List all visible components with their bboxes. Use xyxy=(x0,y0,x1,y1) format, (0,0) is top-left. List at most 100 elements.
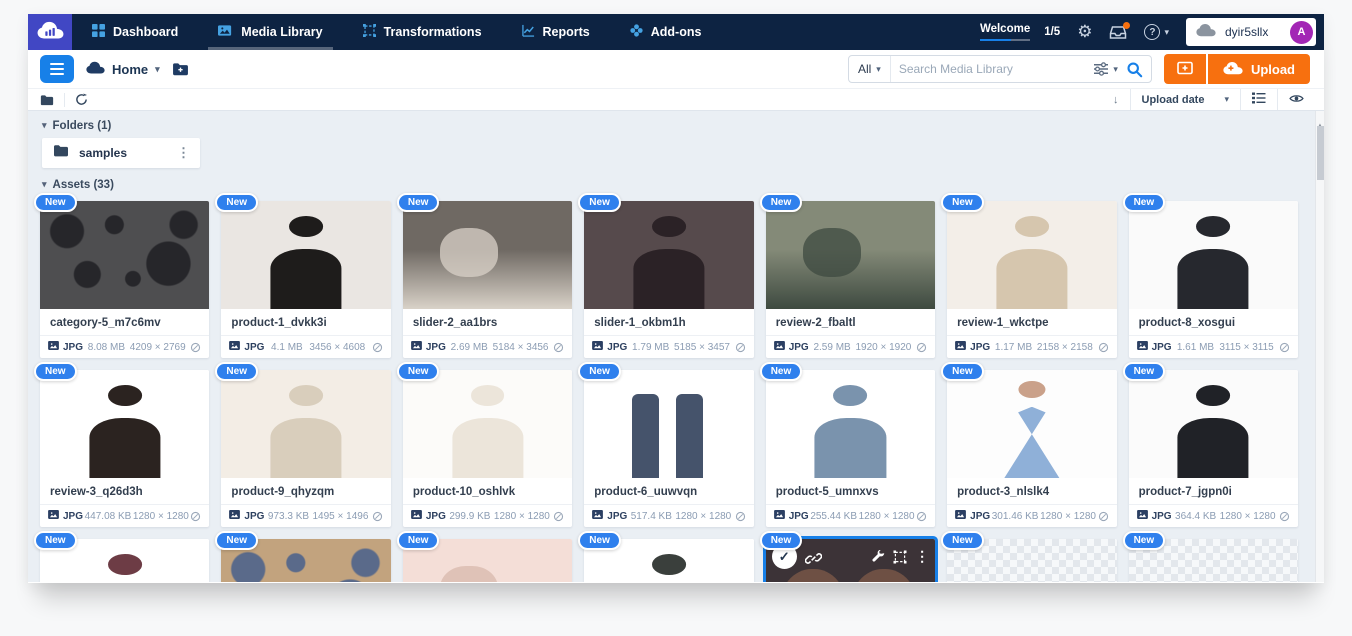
top-nav: Dashboard Media Library xyxy=(28,14,1324,50)
asset-card[interactable]: New xyxy=(403,201,572,358)
asset-card[interactable]: New xyxy=(221,370,390,527)
nav-item-media-library[interactable]: Media Library xyxy=(198,14,342,50)
asset-access-icon[interactable] xyxy=(1279,511,1290,522)
asset-card[interactable]: New xyxy=(947,370,1116,527)
asset-access-icon[interactable] xyxy=(553,342,564,353)
asset-card[interactable]: New xyxy=(221,539,390,582)
asset-card[interactable]: New xyxy=(584,370,753,527)
asset-image xyxy=(403,370,572,478)
sort-by-dropdown[interactable]: Upload date xyxy=(1130,89,1240,110)
search-input[interactable] xyxy=(891,62,1094,76)
settings-gear-icon[interactable] xyxy=(1077,22,1092,42)
search-icon[interactable] xyxy=(1126,61,1143,78)
asset-card[interactable]: New xyxy=(40,370,209,527)
edit-wrench-icon[interactable] xyxy=(871,550,885,564)
preview-toggle-button[interactable] xyxy=(1277,89,1315,110)
nav-item-transformations[interactable]: Transformations xyxy=(343,14,502,50)
asset-thumbnail[interactable] xyxy=(40,201,209,309)
asset-card[interactable]: New xyxy=(403,539,572,582)
asset-menu-icon[interactable] xyxy=(915,548,929,566)
folder-view-icon[interactable] xyxy=(40,94,54,106)
folders-section-header[interactable]: Folders (1) xyxy=(42,119,1298,132)
asset-thumbnail[interactable] xyxy=(1129,370,1298,478)
asset-access-icon[interactable] xyxy=(916,342,927,353)
copy-link-icon[interactable] xyxy=(805,550,822,567)
asset-access-icon[interactable] xyxy=(735,511,746,522)
asset-card[interactable]: New xyxy=(947,201,1116,358)
folder-menu-button[interactable] xyxy=(173,143,194,163)
nav-item-dashboard[interactable]: Dashboard xyxy=(72,14,198,50)
asset-access-icon[interactable] xyxy=(1098,342,1109,353)
asset-thumbnail[interactable] xyxy=(584,201,753,309)
asset-access-icon[interactable] xyxy=(916,511,927,522)
getting-started-icon[interactable] xyxy=(1109,25,1127,39)
asset-card[interactable]: New xyxy=(403,370,572,527)
search-scope-dropdown[interactable]: All xyxy=(849,56,891,82)
refresh-icon[interactable] xyxy=(75,93,88,106)
account-switcher[interactable]: dyir5sllx A xyxy=(1186,18,1316,46)
asset-thumbnail[interactable] xyxy=(221,370,390,478)
folder-tree-toggle-button[interactable] xyxy=(40,55,74,83)
asset-access-icon[interactable] xyxy=(190,342,201,353)
asset-card[interactable]: New xyxy=(947,539,1116,582)
asset-thumbnail[interactable] xyxy=(403,370,572,478)
folder-card-samples[interactable]: samples xyxy=(42,138,200,168)
asset-thumbnail[interactable] xyxy=(1129,201,1298,309)
asset-access-icon[interactable] xyxy=(372,511,383,522)
asset-card[interactable]: New xyxy=(766,201,935,358)
new-badge: New xyxy=(215,531,258,550)
search-bar: All xyxy=(848,55,1152,83)
breadcrumb-home[interactable]: Home xyxy=(86,61,160,77)
advanced-search-icon[interactable] xyxy=(1093,62,1109,76)
asset-card[interactable]: New xyxy=(40,201,209,358)
welcome-progress[interactable]: Welcome 1/5 xyxy=(980,23,1060,41)
asset-thumbnail[interactable] xyxy=(403,201,572,309)
scrollbar-thumb[interactable] xyxy=(1317,126,1324,180)
upload-widget-button[interactable] xyxy=(1164,54,1206,84)
asset-card[interactable]: New xyxy=(584,201,753,358)
asset-thumbnail[interactable] xyxy=(40,370,209,478)
help-menu[interactable] xyxy=(1144,24,1169,40)
sort-direction-button[interactable] xyxy=(1102,89,1130,110)
asset-thumbnail[interactable] xyxy=(947,201,1116,309)
asset-name: slider-2_aa1brs xyxy=(403,309,572,335)
asset-card[interactable]: New xyxy=(1129,201,1298,358)
cloudinary-logo[interactable] xyxy=(28,14,72,50)
avatar[interactable]: A xyxy=(1290,21,1313,44)
upload-button[interactable]: Upload xyxy=(1208,54,1310,84)
transform-icon[interactable] xyxy=(893,550,907,564)
chevron-down-icon[interactable] xyxy=(1113,65,1118,74)
asset-card[interactable]: New xyxy=(221,201,390,358)
asset-thumbnail[interactable] xyxy=(221,201,390,309)
asset-card[interactable]: New xyxy=(766,370,935,527)
asset-access-icon[interactable] xyxy=(735,342,746,353)
asset-access-icon[interactable] xyxy=(553,511,564,522)
welcome-step: 1/5 xyxy=(1044,26,1060,38)
view-mode-button[interactable] xyxy=(1240,89,1277,110)
search-scope-label: All xyxy=(858,62,871,76)
new-folder-icon[interactable] xyxy=(172,62,189,76)
asset-format-label: JPG xyxy=(789,342,809,353)
asset-thumbnail[interactable] xyxy=(766,201,935,309)
asset-thumbnail[interactable] xyxy=(584,370,753,478)
nav-item-add-ons[interactable]: Add-ons xyxy=(610,14,722,50)
asset-card[interactable]: New xyxy=(1129,370,1298,527)
asset-card[interactable]: New xyxy=(584,539,753,582)
asset-thumbnail[interactable] xyxy=(766,370,935,478)
asset-card[interactable]: New xyxy=(1129,539,1298,582)
nav-item-reports[interactable]: Reports xyxy=(502,14,610,50)
asset-access-icon[interactable] xyxy=(1279,342,1290,353)
vertical-scrollbar[interactable] xyxy=(1315,111,1324,582)
asset-access-icon[interactable] xyxy=(372,342,383,353)
asset-card[interactable]: New xyxy=(766,539,935,582)
asset-card[interactable]: New xyxy=(40,539,209,582)
image-format-icon xyxy=(1137,510,1148,522)
asset-footer: JPG 364.4 KB 1280 × 1280 xyxy=(1129,504,1298,527)
assets-content-area: Folders (1) samples Assets (33) New xyxy=(28,111,1324,582)
asset-thumbnail[interactable] xyxy=(947,370,1116,478)
asset-format-label: JPG xyxy=(63,342,83,353)
assets-section-header[interactable]: Assets (33) xyxy=(42,178,1298,191)
asset-format-label: JPG xyxy=(63,511,83,522)
asset-access-icon[interactable] xyxy=(1098,511,1109,522)
asset-access-icon[interactable] xyxy=(190,511,201,522)
